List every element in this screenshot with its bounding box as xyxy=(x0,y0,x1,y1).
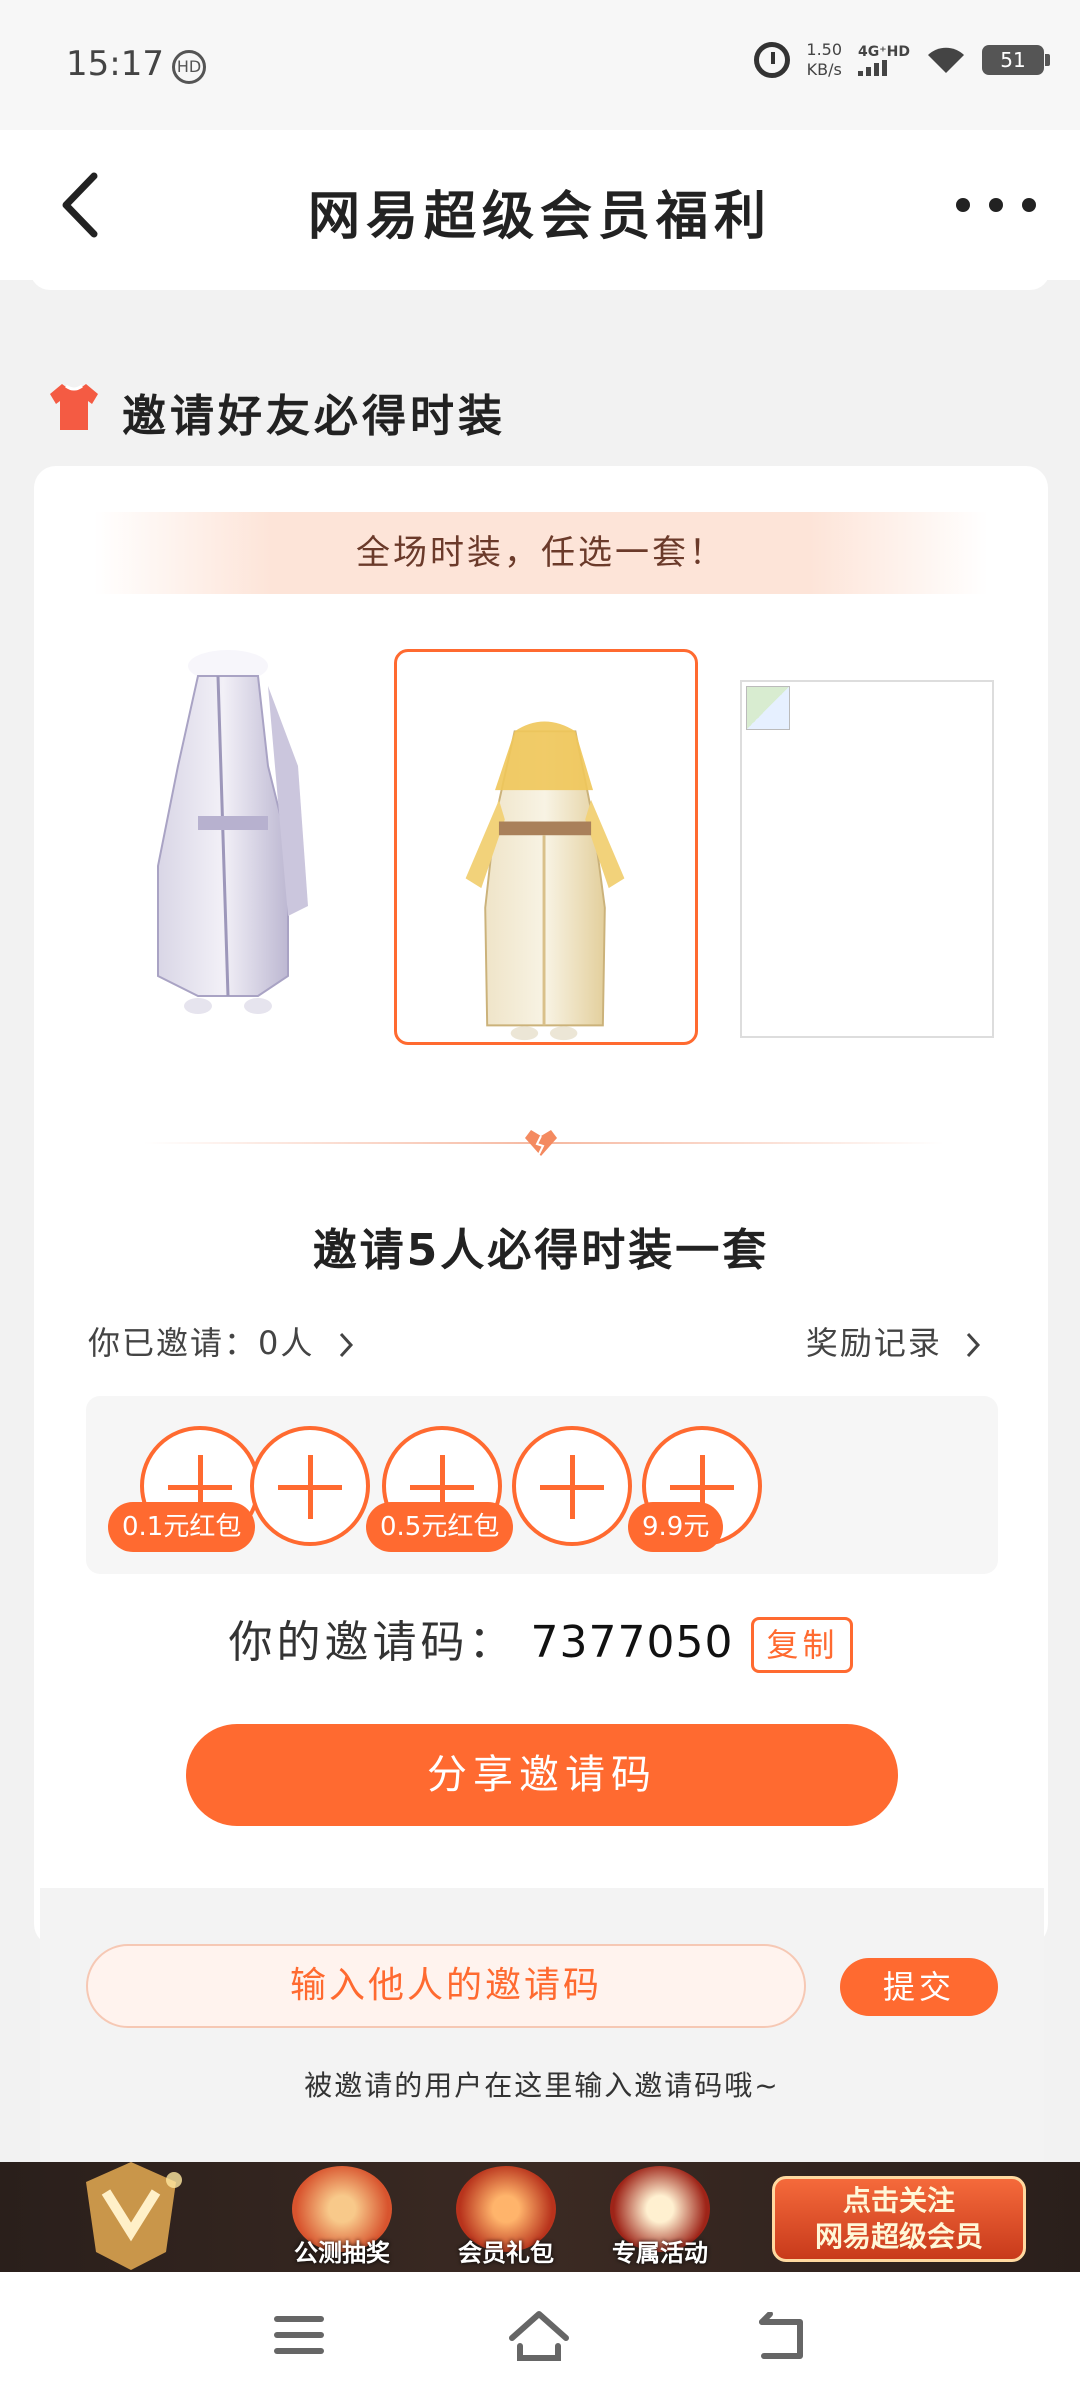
more-dot-icon xyxy=(956,198,970,212)
promo-banner: 全场时装，任选一套！ xyxy=(94,512,988,594)
previous-card-edge xyxy=(30,270,1050,290)
invite-code-label: 你的邀请码： xyxy=(228,1617,517,1668)
more-dot-icon xyxy=(989,198,1003,212)
speed-value: 1.50 xyxy=(806,40,843,59)
outfit-option[interactable] xyxy=(138,646,358,1026)
copy-button[interactable]: 复制 xyxy=(751,1617,854,1673)
promo-lottery[interactable]: 公测抽奖 xyxy=(282,2166,402,2270)
share-code-button[interactable]: 分享邀请码 xyxy=(186,1724,898,1826)
hd-icon: HD xyxy=(172,50,206,84)
more-options-button[interactable] xyxy=(956,190,1036,220)
status-icons: 1.50 KB/s 4G⁺HD 51 xyxy=(754,40,1050,80)
more-dot-icon xyxy=(1022,198,1036,212)
cta-line1: 点击关注 xyxy=(842,2184,955,2217)
vip-logo-icon xyxy=(86,2162,182,2270)
status-time: 15:17 xyxy=(66,44,164,84)
follow-vip-button[interactable]: 点击关注 网易超级会员 xyxy=(772,2176,1026,2262)
invite-slot-add-button[interactable] xyxy=(512,1426,632,1546)
heart-gem-icon xyxy=(525,1130,557,1156)
app-header: 网易超级会员福利 xyxy=(0,130,1080,280)
network-type: 4G⁺HD xyxy=(858,44,910,60)
tshirt-icon xyxy=(50,384,98,430)
reward-tag: 0.1元红包 xyxy=(108,1502,256,1552)
outfit-option[interactable] xyxy=(740,680,994,1038)
invite-slot-add-button[interactable] xyxy=(250,1426,370,1546)
reward-tag: 9.9元 xyxy=(628,1502,724,1552)
battery-icon: 51 xyxy=(982,45,1050,75)
outfit-option-selected[interactable] xyxy=(394,649,698,1045)
outfit-image xyxy=(465,721,625,1041)
chevron-right-icon xyxy=(966,1332,981,1358)
promo-bar[interactable]: 公测抽奖 会员礼包 专属活动 点击关注 网易超级会员 xyxy=(0,2162,1080,2272)
broken-image-icon xyxy=(746,686,790,730)
status-bar: 15:17 HD 1.50 KB/s 4G⁺HD 51 xyxy=(0,0,1080,130)
invite-code-row: 你的邀请码： 7377050 复制 xyxy=(34,1606,1048,1673)
page-title: 网易超级会员福利 xyxy=(307,187,772,247)
invited-count-link[interactable]: 你已邀请：0人 xyxy=(88,1318,357,1364)
promo-label: 专属活动 xyxy=(612,2239,708,2267)
cta-line2: 网易超级会员 xyxy=(814,2220,983,2253)
section-title: 邀请好友必得时装 xyxy=(122,391,506,442)
network-speed: 1.50 KB/s xyxy=(806,40,842,80)
recent-apps-button[interactable] xyxy=(274,2316,324,2356)
wifi-icon xyxy=(926,45,966,75)
invite-goal-title: 邀请5人必得时装一套 xyxy=(312,1225,770,1276)
reward-record-link[interactable]: 奖励记录 xyxy=(806,1318,984,1364)
enter-code-section: 输入他人的邀请码 提交 被邀请的用户在这里输入邀请码哦~ xyxy=(40,1888,1044,2178)
back-nav-icon[interactable] xyxy=(754,2312,810,2362)
alarm-icon xyxy=(754,42,791,78)
home-icon[interactable] xyxy=(506,2308,572,2364)
promo-gift[interactable]: 会员礼包 xyxy=(446,2166,566,2270)
promo-activity[interactable]: 专属活动 xyxy=(600,2166,720,2270)
promo-label: 公测抽奖 xyxy=(294,2239,390,2267)
system-nav-bar xyxy=(0,2272,1080,2400)
invited-count-label: 你已邀请：0人 xyxy=(88,1324,315,1362)
reward-record-label: 奖励记录 xyxy=(805,1324,942,1362)
speed-unit: KB/s xyxy=(806,60,842,79)
submit-button[interactable]: 提交 xyxy=(840,1958,998,2016)
reward-tag: 0.5元红包 xyxy=(366,1502,514,1552)
invite-slots: 0.1元红包 0.5元红包 9.9元 xyxy=(86,1396,998,1574)
invite-code-input[interactable]: 输入他人的邀请码 xyxy=(86,1944,806,2028)
invite-code-value: 7377050 xyxy=(530,1617,734,1668)
input-hint: 被邀请的用户在这里输入邀请码哦~ xyxy=(304,2069,780,2102)
chevron-right-icon xyxy=(339,1332,353,1358)
cellular-icon: 4G⁺HD xyxy=(858,44,910,76)
outfit-image xyxy=(157,650,308,1014)
promo-label: 会员礼包 xyxy=(458,2239,554,2267)
invite-card: 全场时装，任选一套！ 邀请5人必得时装一套 你已邀请：0人 奖励记录 0.1元红… xyxy=(34,466,1048,1946)
